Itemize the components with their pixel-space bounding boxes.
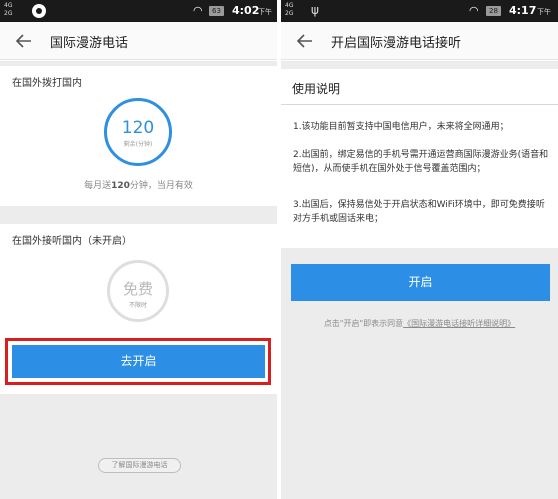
status-bar: 4G 2G ψ ◠ 28 4:17 下午 [281, 0, 558, 22]
status-ampm: 下午 [537, 8, 551, 16]
back-arrow-icon[interactable] [14, 31, 34, 51]
wifi-icon: ◠ [193, 4, 203, 17]
page-title: 国际漫游电话 [50, 36, 129, 51]
usb-icon: ψ [311, 3, 319, 17]
bottom-area [0, 394, 277, 499]
section-gap [281, 61, 558, 69]
agreement-hint: 点击"开启"即表示同意《国际漫游电话接听详细说明》 [323, 319, 516, 328]
title-bar: 开启国际漫游电话接听 [281, 22, 558, 60]
minutes-remaining: 120 [121, 118, 155, 138]
status-time: 4:17 [509, 4, 537, 17]
signal-indicator: 4G 2G [285, 2, 294, 17]
details-link[interactable]: 《国际漫游电话接听详细说明》 [403, 319, 515, 328]
usage-title: 使用说明 [292, 82, 341, 96]
section-gap [0, 206, 277, 224]
learn-roaming-button[interactable]: 了解国际漫游电话 [98, 458, 181, 473]
battery-indicator: 28 [486, 6, 501, 16]
receive-section-label: 在国外接听国内（未开启） [12, 236, 132, 247]
enable-button[interactable]: 开启 [291, 264, 550, 301]
phone-enable-receive: 4G 2G ψ ◠ 28 4:17 下午 开启国际漫游电话接听 使用说明 1.该… [281, 0, 558, 499]
status-ampm: 下午 [258, 8, 272, 16]
title-bar: 国际漫游电话 [0, 22, 277, 60]
page-title: 开启国际漫游电话接听 [331, 36, 462, 51]
minutes-ring: 120 剩余(分钟) [104, 98, 172, 166]
dial-section-label: 在国外拨打国内 [12, 78, 82, 89]
wifi-icon: ◠ [469, 4, 479, 17]
screenshot-stage: 4G 2G ◠ 63 4:02 下午 国际漫游电话 在国外拨打国内 120 剩余… [0, 0, 558, 499]
free-text: 免费 [122, 280, 153, 298]
app-notification-icon [32, 4, 46, 18]
dial-section: 在国外拨打国内 120 剩余(分钟) 每月送120分钟，当月有效 [0, 66, 277, 206]
highlight-box [5, 338, 271, 385]
phone-roaming-home: 4G 2G ◠ 63 4:02 下午 国际漫游电话 在国外拨打国内 120 剩余… [0, 0, 277, 499]
unlimited-text: 不限时 [128, 302, 147, 309]
monthly-quota-text: 每月送120分钟，当月有效 [84, 181, 193, 191]
free-ring: 免费 不限时 [107, 260, 169, 322]
usage-item: 3.出国后，保持易信处于开启状态和WiFi环境中，即可免费接听对方手机或固话来电… [293, 200, 545, 224]
signal-indicator: 4G 2G [4, 2, 13, 17]
usage-divider [281, 104, 558, 105]
status-bar: 4G 2G ◠ 63 4:02 下午 [0, 0, 277, 22]
back-arrow-icon[interactable] [295, 31, 315, 51]
usage-item: 2.出国前，绑定易信的手机号需开通运营商国际漫游业务(语音和短信)，从而使手机在… [293, 150, 549, 174]
battery-indicator: 63 [209, 6, 224, 16]
status-time: 4:02 [232, 4, 260, 17]
usage-item: 1.该功能目前暂支持中国电信用户，未来将全网通用； [293, 122, 509, 132]
minutes-remaining-label: 剩余(分钟) [123, 141, 153, 148]
